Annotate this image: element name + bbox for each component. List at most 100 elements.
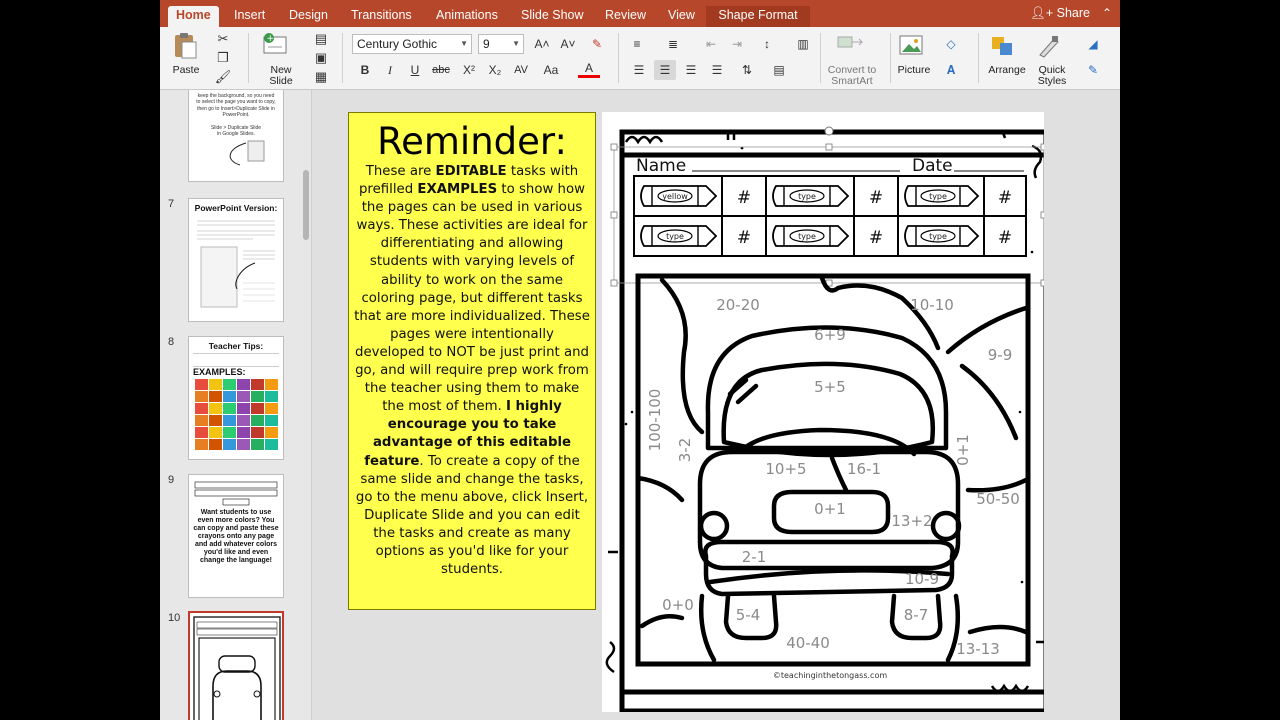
tab-design[interactable]: Design: [281, 6, 336, 27]
decrease-indent-icon[interactable]: ⇤: [700, 34, 722, 54]
section-icon[interactable]: ▦: [310, 67, 332, 87]
example-cell: [237, 439, 250, 450]
math-task-label[interactable]: 40-40: [786, 634, 830, 652]
copy-icon[interactable]: ❐: [212, 48, 234, 68]
math-task-label[interactable]: 50-50: [976, 490, 1020, 508]
math-task-label[interactable]: 6+9: [814, 326, 846, 344]
math-task-label[interactable]: 0+1: [814, 500, 846, 518]
tab-home[interactable]: Home: [168, 6, 219, 27]
tab-review[interactable]: Review: [597, 6, 654, 27]
math-task-label[interactable]: 0+1: [954, 434, 972, 466]
date-label: Date: [912, 156, 953, 176]
math-task-label[interactable]: 13-13: [956, 640, 1000, 658]
quick-styles-icon[interactable]: [1034, 33, 1064, 59]
thumbnail-scrollbar[interactable]: [303, 170, 309, 240]
justify-icon[interactable]: ☰: [706, 60, 728, 80]
bold-button[interactable]: B: [354, 60, 376, 80]
tab-view[interactable]: View: [660, 6, 703, 27]
picture-icon[interactable]: [898, 33, 924, 57]
hash-cell: #: [869, 188, 883, 208]
tab-insert[interactable]: Insert: [226, 6, 273, 27]
example-cell: [237, 415, 250, 426]
quick-styles-label[interactable]: Quick Styles: [1032, 65, 1072, 87]
align-center-icon[interactable]: ☰: [654, 60, 676, 80]
math-task-label[interactable]: 100-100: [646, 389, 664, 452]
strikethrough-button[interactable]: abc: [430, 60, 452, 80]
shape-outline-icon[interactable]: ✎: [1082, 60, 1104, 80]
increase-font-icon[interactable]: A˄: [530, 34, 554, 54]
new-slide-label[interactable]: New Slide: [264, 65, 298, 87]
align-right-icon[interactable]: ☰: [680, 60, 702, 80]
slide-number-10: 10: [168, 612, 181, 624]
slide-thumbnail-8[interactable]: Teacher Tips: EXAMPLES:: [188, 336, 284, 460]
text-direction-icon[interactable]: ⇅: [736, 60, 758, 80]
math-task-label[interactable]: 2-1: [742, 548, 767, 566]
math-task-label[interactable]: 9-9: [988, 346, 1013, 364]
line-spacing-icon[interactable]: ↕: [756, 34, 778, 54]
underline-button[interactable]: U: [404, 60, 426, 80]
math-task-label[interactable]: 10-9: [905, 570, 939, 588]
math-task-label[interactable]: 5+5: [814, 378, 846, 396]
paste-icon[interactable]: [170, 31, 200, 61]
example-cell: [237, 391, 250, 402]
slide-thumbnail-9[interactable]: Want students to use even more colors? Y…: [188, 474, 284, 598]
math-task-label[interactable]: 3-2: [676, 438, 694, 463]
smartart-icon[interactable]: [832, 33, 872, 57]
tab-transitions[interactable]: Transitions: [343, 6, 420, 27]
slide-thumbnail-7[interactable]: PowerPoint Version:: [188, 198, 284, 322]
text-box-icon[interactable]: 𝐀: [940, 60, 962, 80]
align-left-icon[interactable]: ☰: [628, 60, 650, 80]
superscript-button[interactable]: X²: [458, 60, 480, 80]
rotate-handle[interactable]: [824, 126, 834, 136]
columns-icon[interactable]: ▥: [792, 34, 814, 54]
font-size-select[interactable]: 9 ▼: [478, 34, 524, 54]
increase-indent-icon[interactable]: ⇥: [726, 34, 748, 54]
math-task-label[interactable]: 10+5: [765, 460, 806, 478]
subscript-button[interactable]: X₂: [484, 60, 506, 80]
new-slide-icon[interactable]: +: [260, 31, 290, 57]
math-task-label[interactable]: 5-4: [736, 606, 761, 624]
align-text-icon[interactable]: ▤: [768, 60, 790, 80]
math-task-label[interactable]: 20-20: [716, 296, 760, 314]
font-color-button[interactable]: A: [578, 58, 600, 78]
math-task-label[interactable]: 16-1: [847, 460, 881, 478]
reminder-text-box[interactable]: Reminder: These are EDITABLE tasks with …: [348, 112, 596, 610]
math-task-label[interactable]: 8-7: [904, 606, 929, 624]
font-name-select[interactable]: Century Gothic ▼: [352, 34, 472, 54]
character-spacing-button[interactable]: AV: [510, 60, 532, 80]
italic-button[interactable]: I: [379, 60, 401, 80]
example-cell: [265, 403, 278, 414]
numbering-icon[interactable]: ≣: [662, 34, 684, 54]
hash-cell: #: [869, 228, 883, 248]
arrange-label[interactable]: Arrange: [986, 64, 1028, 76]
change-case-button[interactable]: Aa: [540, 60, 562, 80]
collapse-ribbon-icon[interactable]: ⌃: [1102, 6, 1112, 20]
slide-thumbnail-6[interactable]: keep the background, so you need to sele…: [188, 90, 284, 182]
thumb-title: Teacher Tips:: [208, 341, 264, 351]
bullets-icon[interactable]: ≡: [626, 34, 648, 54]
cut-icon[interactable]: ✂: [212, 29, 234, 49]
picture-label[interactable]: Picture: [894, 64, 934, 76]
coloring-worksheet[interactable]: Name Date yellow # type # type # type # type # typ…: [602, 112, 1044, 712]
layout-icon[interactable]: ▤: [310, 29, 332, 49]
clear-formatting-icon[interactable]: ✎: [586, 34, 608, 54]
decrease-font-icon[interactable]: A˅: [556, 34, 580, 54]
math-task-label[interactable]: 10-10: [910, 296, 954, 314]
font-name-value: Century Gothic: [357, 37, 438, 51]
convert-smartart-label[interactable]: Convert to SmartArt: [822, 65, 882, 87]
paste-label[interactable]: Paste: [168, 64, 204, 76]
shapes-icon[interactable]: ◇: [940, 34, 962, 54]
tab-animations[interactable]: Animations: [428, 6, 506, 27]
tab-shape-format[interactable]: Shape Format: [706, 6, 810, 27]
reset-icon[interactable]: ▣: [310, 48, 332, 68]
shape-fill-icon[interactable]: ◢: [1082, 34, 1104, 54]
math-task-label[interactable]: 0+0: [662, 596, 694, 614]
tab-slide-show[interactable]: Slide Show: [513, 6, 592, 27]
reminder-text-segment: These are: [365, 164, 436, 179]
share-button[interactable]: 👤︎+ Share: [1030, 6, 1090, 21]
example-cell: [251, 415, 264, 426]
format-painter-icon[interactable]: 🖌︎: [212, 67, 234, 87]
math-task-label[interactable]: 13+2: [891, 512, 932, 530]
arrange-icon[interactable]: [988, 33, 1018, 59]
slide-thumbnail-10[interactable]: [188, 611, 284, 720]
